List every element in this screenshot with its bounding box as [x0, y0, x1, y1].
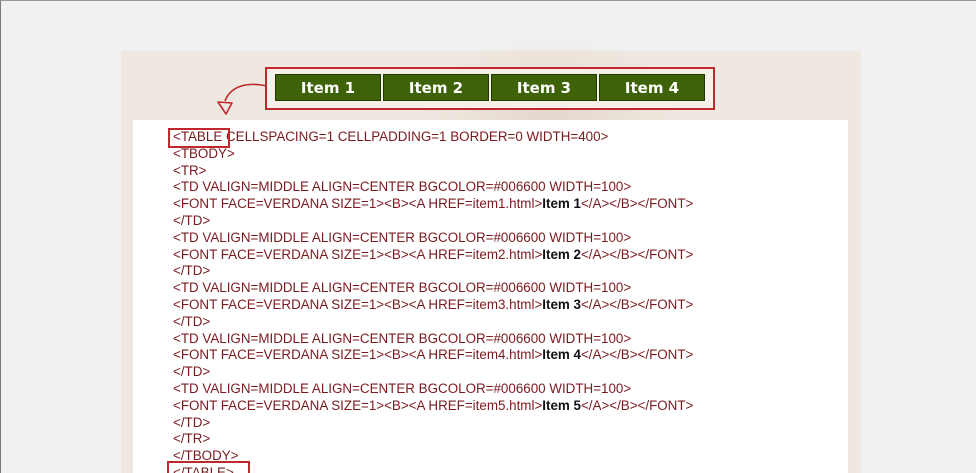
code-text: </A></B></FONT> [580, 246, 694, 262]
screen: Item 1 Item 2 Item 3 Item 4 <TABLE CELLS… [0, 0, 976, 473]
nav-bar: Item 1 Item 2 Item 3 Item 4 [275, 74, 705, 101]
code-item-label: Item 5 [542, 397, 581, 413]
code-text: </TD> [173, 212, 211, 228]
code-line: </TD> [173, 415, 693, 432]
code-text: </TD> [173, 364, 211, 380]
nav-item-4-button[interactable]: Item 4 [599, 74, 705, 101]
code-line: <FONT FACE=VERDANA SIZE=1><B><A HREF=ite… [173, 247, 693, 264]
code-line: <FONT FACE=VERDANA SIZE=1><B><A HREF=ite… [173, 196, 693, 213]
code-line: </TD> [173, 314, 693, 331]
code-line: </TR> [173, 431, 693, 448]
code-line: </TD> [173, 364, 693, 381]
code-item-label: Item 3 [542, 296, 581, 312]
code-line: </TABLE> [173, 465, 693, 473]
code-item-label: Item 4 [542, 347, 581, 363]
code-item-label: Item 1 [542, 196, 581, 212]
html-code-listing: <TABLE CELLSPACING=1 CELLPADDING=1 BORDE… [173, 129, 693, 473]
code-line: <TD VALIGN=MIDDLE ALIGN=CENTER BGCOLOR=#… [173, 331, 693, 348]
nav-item-3-button[interactable]: Item 3 [491, 74, 597, 101]
code-line: <TD VALIGN=MIDDLE ALIGN=CENTER BGCOLOR=#… [173, 230, 693, 247]
code-text: <FONT FACE=VERDANA SIZE=1><B><A HREF=ite… [173, 397, 543, 413]
table-close-tag-highlight [167, 461, 250, 473]
code-text: CELLSPACING=1 CELLPADDING=1 BORDER=0 WID… [222, 129, 609, 144]
code-line: <TD VALIGN=MIDDLE ALIGN=CENTER BGCOLOR=#… [173, 179, 693, 196]
code-text: </A></B></FONT> [580, 196, 694, 212]
code-text: <FONT FACE=VERDANA SIZE=1><B><A HREF=ite… [173, 296, 543, 312]
table-open-tag-highlight [168, 128, 230, 148]
code-text: <TD VALIGN=MIDDLE ALIGN=CENTER BGCOLOR=#… [173, 380, 632, 396]
code-item-label: Item 2 [542, 246, 581, 262]
code-text: <TD VALIGN=MIDDLE ALIGN=CENTER BGCOLOR=#… [173, 179, 632, 195]
code-line: <FONT FACE=VERDANA SIZE=1><B><A HREF=ite… [173, 347, 693, 364]
code-line: </TBODY> [173, 448, 693, 465]
code-line: <TD VALIGN=MIDDLE ALIGN=CENTER BGCOLOR=#… [173, 381, 693, 398]
code-text: <TD VALIGN=MIDDLE ALIGN=CENTER BGCOLOR=#… [173, 330, 632, 346]
code-text: </A></B></FONT> [580, 397, 694, 413]
code-line: <TABLE CELLSPACING=1 CELLPADDING=1 BORDE… [173, 129, 693, 146]
code-text: </TR> [173, 431, 211, 447]
code-text: <FONT FACE=VERDANA SIZE=1><B><A HREF=ite… [173, 246, 543, 262]
code-line: <FONT FACE=VERDANA SIZE=1><B><A HREF=ite… [173, 297, 693, 314]
nav-item-2-button[interactable]: Item 2 [383, 74, 489, 101]
code-text: </TD> [173, 313, 211, 329]
code-text: <TR> [173, 162, 207, 178]
code-line: </TD> [173, 213, 693, 230]
code-line: <TD VALIGN=MIDDLE ALIGN=CENTER BGCOLOR=#… [173, 280, 693, 297]
curved-arrow-icon [217, 83, 268, 115]
nav-item-1-button[interactable]: Item 1 [275, 74, 381, 101]
code-text: <FONT FACE=VERDANA SIZE=1><B><A HREF=ite… [173, 196, 543, 212]
code-text: </TD> [173, 414, 211, 430]
code-text: </TD> [173, 263, 211, 279]
code-line: </TD> [173, 263, 693, 280]
code-text: <TBODY> [173, 145, 235, 161]
code-text: </A></B></FONT> [580, 296, 694, 312]
code-text: </A></B></FONT> [580, 347, 694, 363]
code-text: <TD VALIGN=MIDDLE ALIGN=CENTER BGCOLOR=#… [173, 280, 632, 296]
code-line: <TR> [173, 163, 693, 180]
code-line: <TBODY> [173, 146, 693, 163]
code-line: <FONT FACE=VERDANA SIZE=1><B><A HREF=ite… [173, 398, 693, 415]
code-text: <FONT FACE=VERDANA SIZE=1><B><A HREF=ite… [173, 347, 543, 363]
code-text: <TD VALIGN=MIDDLE ALIGN=CENTER BGCOLOR=#… [173, 229, 632, 245]
